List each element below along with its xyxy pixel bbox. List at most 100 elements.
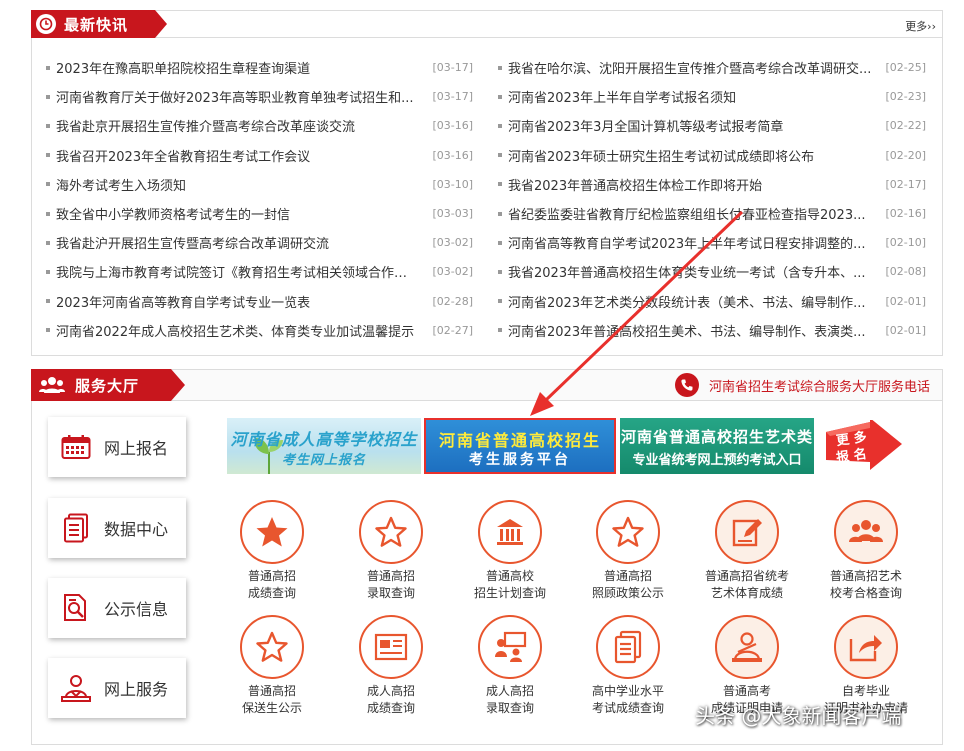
service-item-row1-6[interactable]: 普通高招艺术 校考合格查询	[806, 500, 926, 602]
news-item[interactable]: 我省赴京开展招生宣传推介暨高考综合改革座谈交流 [03-16]	[46, 111, 473, 140]
news-item[interactable]: 我省召开2023年全省教育招生考试工作会议 [03-16]	[46, 141, 473, 170]
news-item[interactable]: 我省2023年普通高校招生体育类专业统一考试（含专升本、... [02-08]	[498, 257, 926, 286]
news-item-date: [02-23]	[885, 90, 926, 104]
news-item-title[interactable]: 河南省教育厅关于做好2023年高等职业教育单独考试招生和...	[56, 87, 418, 106]
news-item-title[interactable]: 我省在哈尔滨、沈阳开展招生宣传推介暨高考综合改革调研交...	[508, 58, 871, 77]
search-document-icon	[58, 593, 94, 623]
news-item[interactable]: 河南省2023年3月全国计算机等级考试报考简章 [02-22]	[498, 111, 926, 140]
calendar-icon	[58, 434, 94, 460]
news-section-tag: 最新快讯	[31, 10, 167, 38]
service-panel: 服务大厅 河南省招生考试综合服务大厅服务电话 网上报名 数据中心 公示信息 网上…	[31, 369, 943, 745]
news-item[interactable]: 2023年在豫高职单招院校招生章程查询渠道 [03-17]	[46, 53, 473, 82]
service-item-label-line1: 普通高校	[485, 569, 534, 583]
news-item-date: [02-17]	[885, 177, 926, 191]
news-item-title[interactable]: 河南省2023年上半年自学考试报名须知	[508, 87, 871, 106]
service-item-label-line1: 普通高招省统考	[704, 569, 789, 583]
service-section-tag: 服务大厅	[31, 369, 185, 401]
news-item-date: [02-28]	[432, 294, 473, 308]
service-item-row1-3[interactable]: 普通高校 招生计划查询	[450, 500, 570, 602]
bullet-icon	[498, 240, 502, 245]
service-person-icon	[58, 673, 94, 703]
banner-line2: 考生网上报名	[281, 453, 366, 468]
bullet-icon	[46, 328, 50, 333]
news-item-title[interactable]: 我省2023年普通高校招生体育类专业统一考试（含专升本、...	[508, 262, 871, 281]
more-signup-button[interactable]: 更 多 报 名	[824, 420, 904, 470]
service-item-row1-1[interactable]: 普通高招 成绩查询	[212, 500, 332, 602]
service-item-label-line1: 普通高招	[247, 569, 296, 583]
banner-line1: 河南省普通高校招生	[438, 431, 601, 450]
news-item-title[interactable]: 河南省高等教育自学考试2023年上半年考试日程安排调整的...	[508, 233, 871, 252]
news-item-title[interactable]: 我院与上海市教育考试院签订《教育招生考试相关领域合作框...	[56, 262, 418, 281]
bullet-icon	[498, 182, 502, 187]
service-item-label-line2: 校考合格查询	[829, 586, 902, 600]
news-item-title[interactable]: 河南省2023年艺术类分数段统计表（美术、书法、编导制作...	[508, 292, 871, 311]
news-item-title[interactable]: 我省召开2023年全省教育招生考试工作会议	[56, 146, 418, 165]
news-item[interactable]: 海外考试考生入场须知 [03-10]	[46, 170, 473, 199]
side-button-data-center[interactable]: 数据中心	[48, 498, 186, 558]
news-item-title[interactable]: 我省2023年普通高校招生体检工作即将开始	[508, 175, 871, 194]
banner-adult-signup[interactable]: 河南省成人高等学校招生 考生网上报名	[227, 418, 421, 474]
service-item-label: 高中学业水平 考试成绩查询	[568, 683, 688, 717]
news-more-link[interactable]: 更多››	[905, 18, 936, 34]
service-item-row2-2[interactable]: 成人高招 成绩查询	[331, 615, 451, 717]
service-item-row1-2[interactable]: 普通高招 录取查询	[331, 500, 451, 602]
service-item-row1-5[interactable]: 普通高招省统考 艺术体育成绩	[687, 500, 807, 602]
news-item[interactable]: 河南省2022年成人高校招生艺术类、体育类专业加试温馨提示 [02-27]	[46, 316, 473, 345]
news-item-title[interactable]: 河南省2023年普通高校招生美术、书法、编导制作、表演类...	[508, 321, 871, 340]
news-item[interactable]: 河南省2023年硕士研究生招生考试初试成绩即将公布 [02-20]	[498, 141, 926, 170]
group-icon	[834, 500, 898, 564]
news-item[interactable]: 我省2023年普通高校招生体检工作即将开始 [02-17]	[498, 170, 926, 199]
news-item-title[interactable]: 河南省2023年3月全国计算机等级考试报考简章	[508, 116, 871, 135]
news-item[interactable]: 致全省中小学教师资格考试考生的一封信 [03-03]	[46, 199, 473, 228]
service-item-label-line2: 录取查询	[366, 586, 415, 600]
news-item[interactable]: 我省在哈尔滨、沈阳开展招生宣传推介暨高考综合改革调研交... [02-25]	[498, 53, 926, 82]
news-item-title[interactable]: 致全省中小学教师资格考试考生的一封信	[56, 204, 418, 223]
banner-exam-service-platform[interactable]: 河南省普通高校招生 考生服务平台	[424, 418, 616, 474]
news-item[interactable]: 我省赴沪开展招生宣传暨高考综合改革调研交流 [03-02]	[46, 228, 473, 257]
service-item-label-line1: 普通高招	[366, 569, 415, 583]
side-button-online-service[interactable]: 网上服务	[48, 658, 186, 718]
news-item-date: [03-10]	[432, 177, 473, 191]
news-item[interactable]: 河南省2023年艺术类分数段统计表（美术、书法、编导制作... [02-01]	[498, 287, 926, 316]
document-stack-icon	[58, 513, 94, 543]
news-item[interactable]: 河南省2023年上半年自学考试报名须知 [02-23]	[498, 82, 926, 111]
share-icon	[834, 615, 898, 679]
news-item-title[interactable]: 河南省2022年成人高校招生艺术类、体育类专业加试温馨提示	[56, 321, 418, 340]
teacher-icon	[715, 615, 779, 679]
service-item-row2-4[interactable]: 高中学业水平 考试成绩查询	[568, 615, 688, 717]
news-item-title[interactable]: 河南省2023年硕士研究生招生考试初试成绩即将公布	[508, 146, 871, 165]
bullet-icon	[498, 269, 502, 274]
banner-art-exam-booking[interactable]: 河南省普通高校招生艺术类 专业省统考网上预约考试入口	[620, 418, 814, 474]
news-item-title[interactable]: 我省赴京开展招生宣传推介暨高考综合改革座谈交流	[56, 116, 418, 135]
news-item-date: [02-10]	[885, 236, 926, 250]
service-hotline[interactable]: 河南省招生考试综合服务大厅服务电话	[674, 373, 930, 397]
star-outline-icon	[359, 500, 423, 564]
side-button-public-info[interactable]: 公示信息	[48, 578, 186, 638]
news-item-title[interactable]: 省纪委监委驻省教育厅纪检监察组组长付春亚检查指导2023...	[508, 204, 871, 223]
news-item[interactable]: 河南省2023年普通高校招生美术、书法、编导制作、表演类... [02-01]	[498, 316, 926, 345]
news-item[interactable]: 河南省高等教育自学考试2023年上半年考试日程安排调整的... [02-10]	[498, 228, 926, 257]
news-item-title[interactable]: 海外考试考生入场须知	[56, 175, 418, 194]
news-item-date: [02-01]	[885, 323, 926, 337]
news-item[interactable]: 省纪委监委驻省教育厅纪检监察组组长付春亚检查指导2023... [02-16]	[498, 199, 926, 228]
service-item-row2-1[interactable]: 普通高招 保送生公示	[212, 615, 332, 717]
news-item[interactable]: 河南省教育厅关于做好2023年高等职业教育单独考试招生和... [03-17]	[46, 82, 473, 111]
service-item-label-line1: 成人高招	[366, 684, 415, 698]
news-item-title[interactable]: 2023年河南省高等教育自学考试专业一览表	[56, 292, 418, 311]
bullet-icon	[46, 269, 50, 274]
building-icon	[478, 500, 542, 564]
news-item[interactable]: 我院与上海市教育考试院签订《教育招生考试相关领域合作框... [03-02]	[46, 257, 473, 286]
news-list-right: 我省在哈尔滨、沈阳开展招生宣传推介暨高考综合改革调研交... [02-25] 河南省…	[487, 53, 942, 345]
service-item-label: 普通高招 照顾政策公示	[568, 568, 688, 602]
side-button-online-signup[interactable]: 网上报名	[48, 417, 186, 477]
service-item-label-line2: 录取查询	[485, 701, 534, 715]
news-item-title[interactable]: 我省赴沪开展招生宣传暨高考综合改革调研交流	[56, 233, 418, 252]
news-item-date: [03-02]	[432, 265, 473, 279]
service-item-label-line1: 成人高招	[485, 684, 534, 698]
service-item-row1-4[interactable]: 普通高招 照顾政策公示	[568, 500, 688, 602]
service-item-row2-3[interactable]: 成人高招 录取查询	[450, 615, 570, 717]
news-item-date: [02-16]	[885, 207, 926, 221]
news-item-date: [03-16]	[432, 119, 473, 133]
news-item-title[interactable]: 2023年在豫高职单招院校招生章程查询渠道	[56, 58, 418, 77]
news-item[interactable]: 2023年河南省高等教育自学考试专业一览表 [02-28]	[46, 287, 473, 316]
